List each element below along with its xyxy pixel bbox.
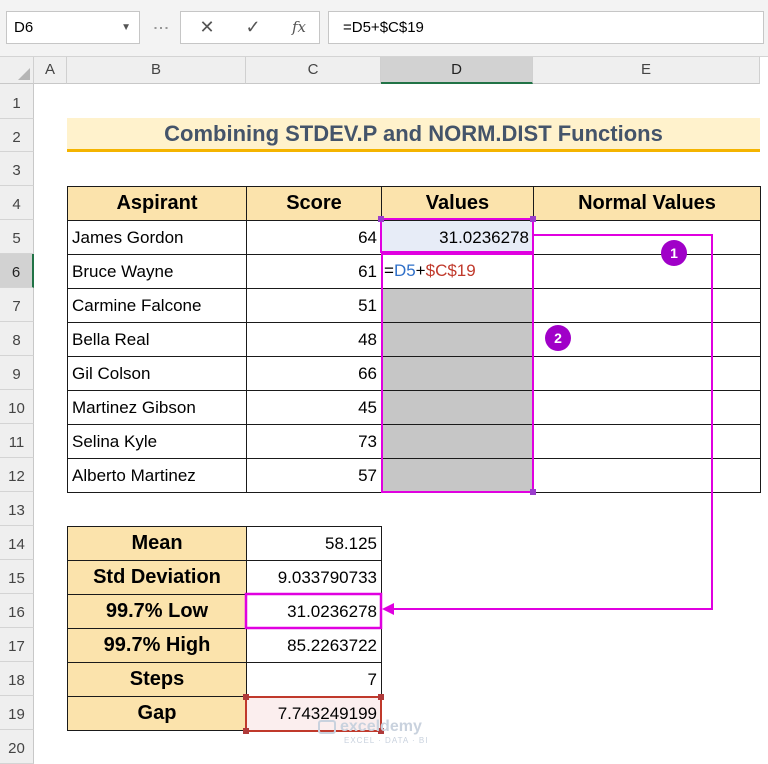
watermark-name: exceldemy [340,718,422,735]
c16-reference-box [244,592,383,630]
annotation-overlay [243,216,713,734]
watermark-tagline: EXCEL · DATA · BI [344,736,429,745]
watermark-logo-icon [318,719,336,734]
fill-range-box [381,253,534,493]
step-badge-2: 2 [545,325,571,351]
d5-reference-box [380,218,534,253]
step-badge-1: 1 [661,240,687,266]
reference-arrow-line [392,234,713,610]
arrow-head-icon [382,603,394,615]
fill-handle [530,489,536,495]
exceldemy-watermark: exceldemy EXCEL · DATA · BI [318,718,428,745]
